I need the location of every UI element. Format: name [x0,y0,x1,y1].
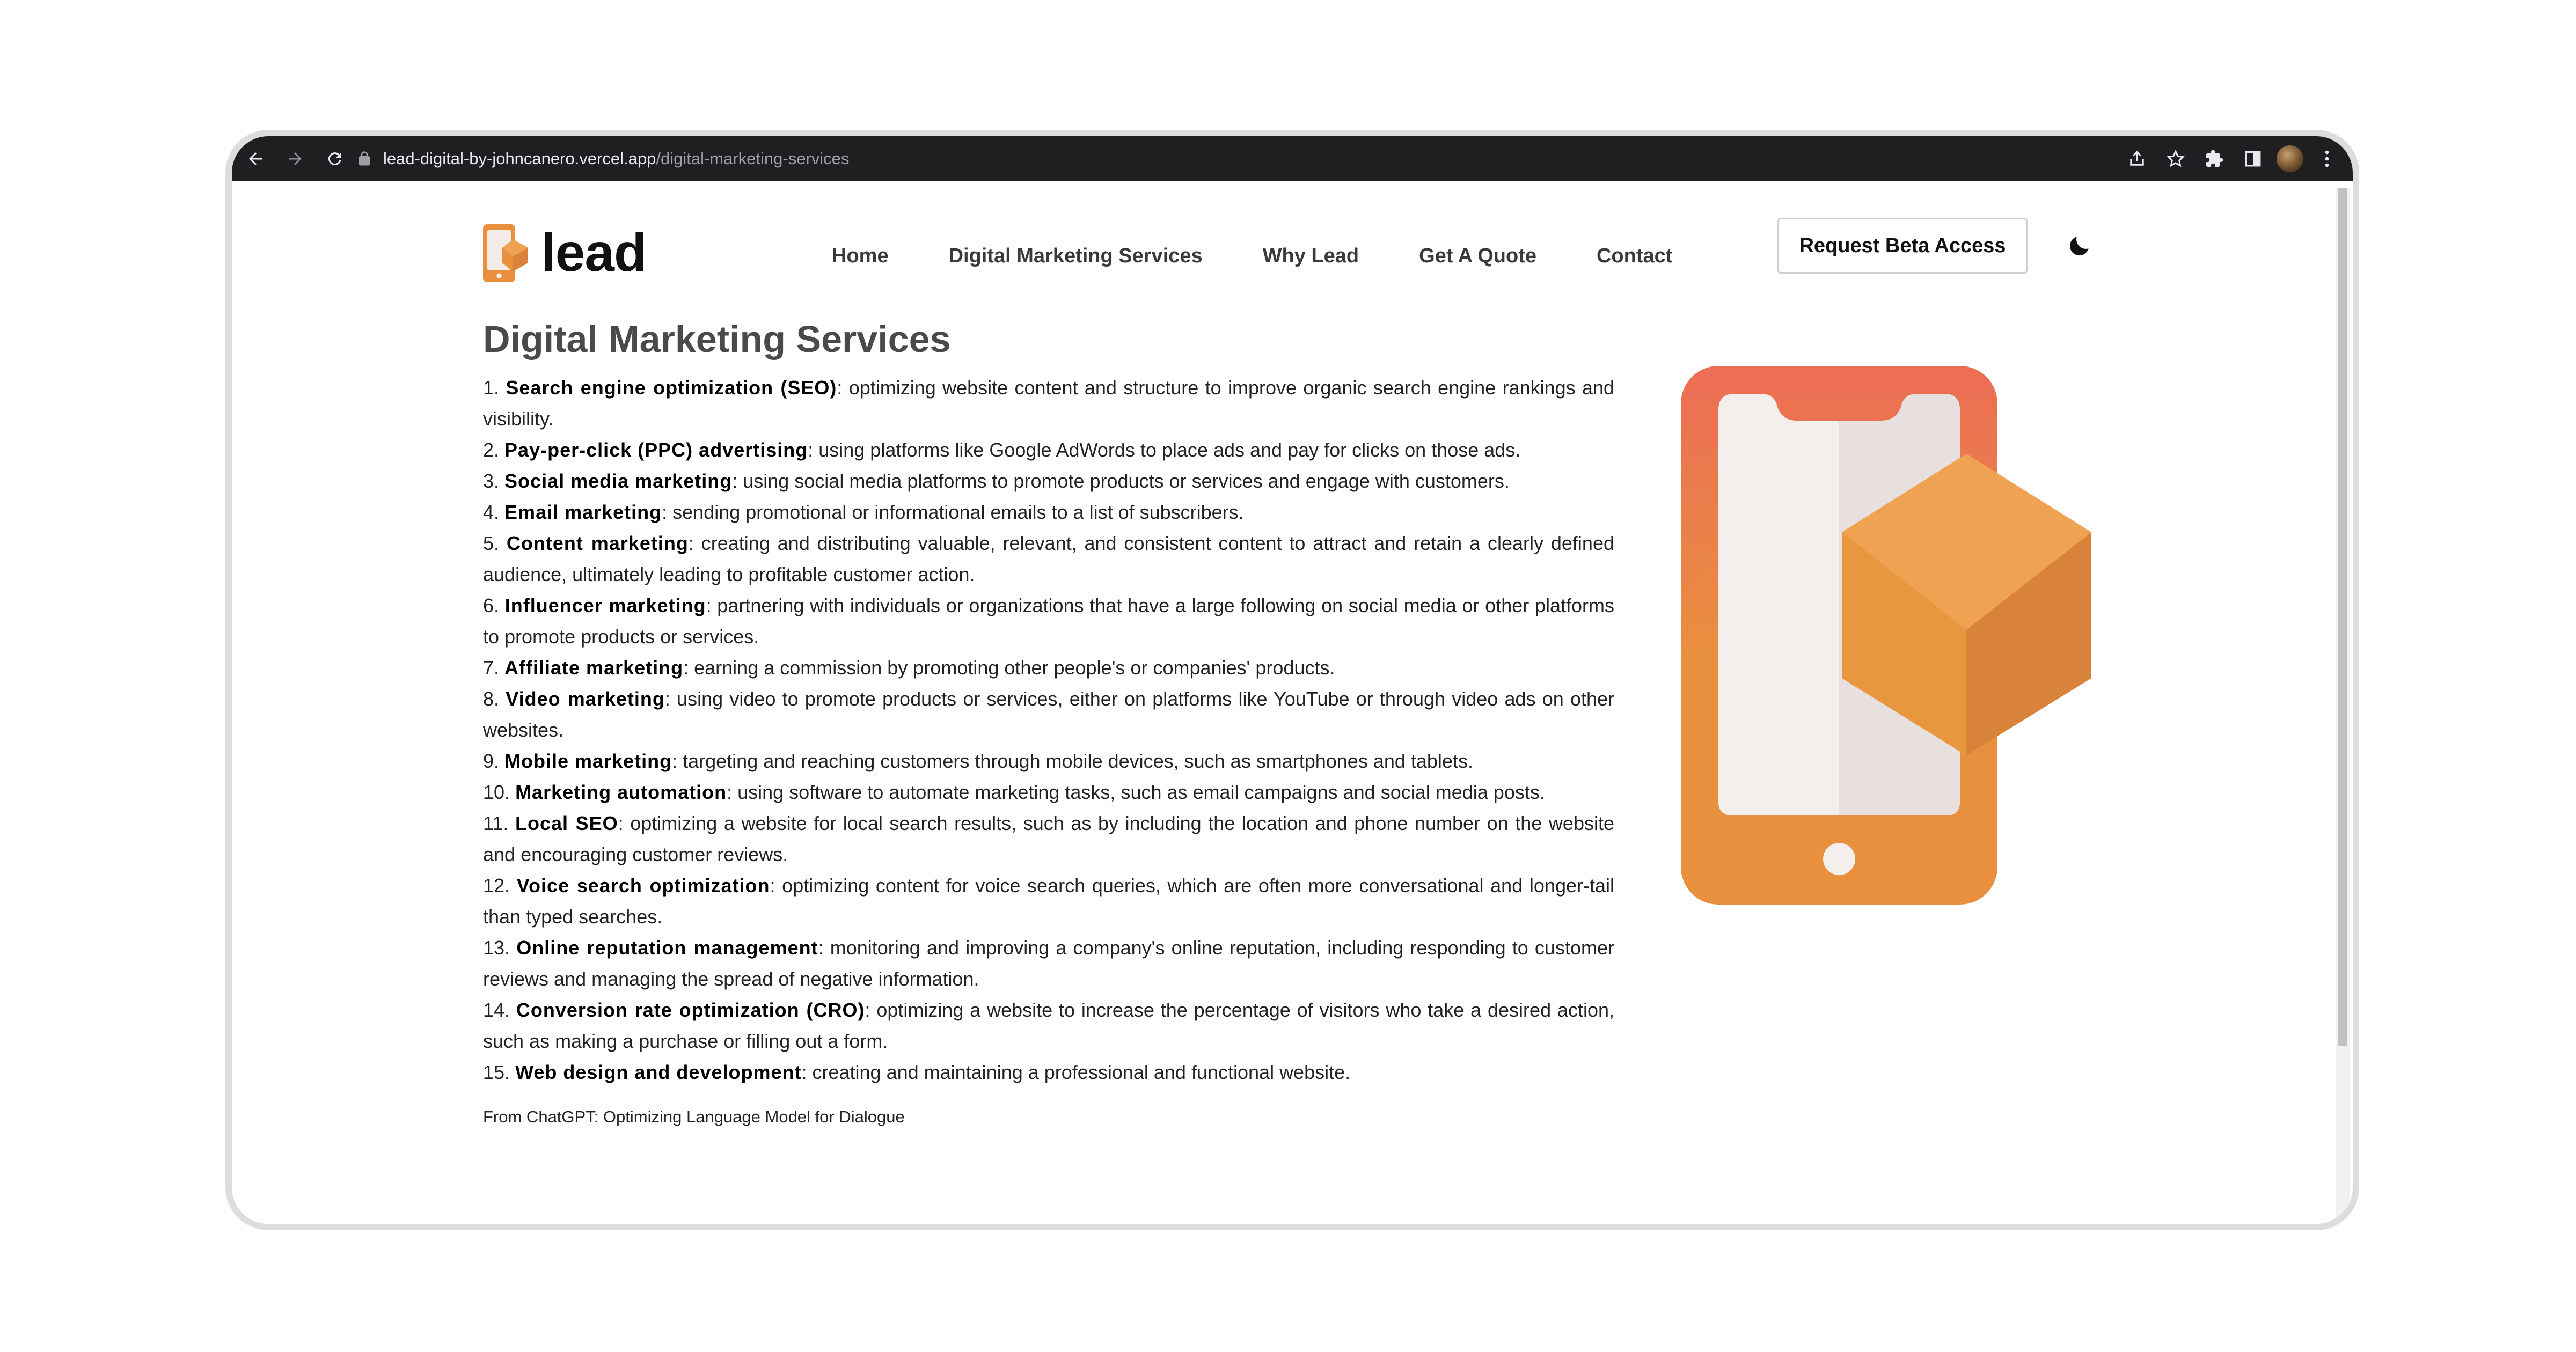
service-description: : using social media platforms to promot… [732,470,1510,492]
service-number: 12. [483,875,510,897]
scrollbar-thumb[interactable] [2338,188,2347,1046]
service-description: : creating and maintaining a professiona… [801,1061,1351,1083]
forward-icon[interactable] [279,143,311,175]
service-name: Online reputation management [516,937,818,959]
service-number: 9. [483,750,500,772]
service-number: 10. [483,781,510,803]
credit-note: From ChatGPT: Optimizing Language Model … [483,1107,905,1126]
service-number: 1. [483,377,500,399]
service-item: 3. Social media marketing: using social … [483,466,1614,497]
service-description: : using software to automate marketing t… [727,781,1545,803]
service-list: 1. Search engine optimization (SEO) : opt… [483,372,1614,1088]
service-number: 13. [483,937,510,959]
sidepanel-icon[interactable] [2238,144,2268,174]
service-description: : optimizing a website for local search … [483,812,1614,865]
service-item: 14. Conversion rate optimization (CRO): … [483,995,1614,1057]
service-description: : targeting and reaching customers throu… [672,750,1473,772]
service-number: 2. [483,439,500,461]
service-item: 4. Email marketing: sending promotional … [483,497,1614,528]
nav-digital-marketing-services[interactable]: Digital Marketing Services [949,245,1203,268]
phone-cube-illustration [1681,366,2091,905]
logo-text: lead [541,223,647,283]
service-number: 6. [483,594,500,616]
service-description: : earning a commission by promoting othe… [683,657,1335,679]
page-title: Digital Marketing Services [483,318,951,360]
browser-window: lead-digital-by-johncanero.vercel.app/di… [225,130,2359,1230]
site-logo[interactable]: lead [483,222,647,284]
service-item: 6. Influencer marketing: partnering with… [483,590,1614,652]
profile-avatar[interactable] [2277,145,2303,172]
service-name: Email marketing [504,501,662,523]
service-name: Content marketing [506,532,689,554]
service-number: 11. [483,812,509,834]
logo-icon [483,224,528,282]
service-name: Affiliate marketing [504,657,684,679]
nav-get-a-quote[interactable]: Get A Quote [1419,245,1536,268]
kebab-menu-icon[interactable] [2312,144,2342,174]
service-item: 2. Pay-per-click (PPC) advertising: usin… [483,435,1614,466]
service-name: Voice search optimization [516,875,770,897]
address-input[interactable]: lead-digital-by-johncanero.vercel.app/di… [356,142,2235,176]
share-icon[interactable] [2122,144,2152,174]
service-item: 15. Web design and development: creating… [483,1057,1614,1088]
service-number: 7. [483,657,500,679]
service-item: 9. Mobile marketing: targeting and reach… [483,746,1614,777]
request-beta-access-button[interactable]: Request Beta Access [1777,218,2028,274]
main-content: Digital Marketing Services 1. Search eng… [483,318,1614,1127]
service-name: Search engine optimization (SEO) [506,377,837,399]
service-name: Web design and development [515,1061,802,1083]
service-name: Local SEO [515,812,618,834]
service-number: 4. [483,501,500,523]
service-number: 15. [483,1061,510,1083]
site-header: lead Home Digital Marketing Services Why… [232,181,2353,299]
service-number: 5. [483,532,500,554]
browser-toolbar: lead-digital-by-johncanero.vercel.app/di… [232,136,2353,181]
service-name: Mobile marketing [504,750,672,772]
main-nav: Home Digital Marketing Services Why Lead… [832,245,1732,268]
service-name: Pay-per-click (PPC) advertising [504,439,808,461]
service-item: 8. Video marketing: using video to promo… [483,684,1614,746]
moon-icon[interactable] [2066,232,2093,259]
star-icon[interactable] [2161,144,2191,174]
back-icon[interactable] [239,143,272,175]
service-item: 7. Affiliate marketing: earning a commis… [483,652,1614,684]
service-item: 11. Local SEO: optimizing a website for … [483,808,1614,870]
reload-icon[interactable] [319,143,351,175]
service-name: Influencer marketing [504,594,706,616]
service-item: 12. Voice search optimization: optimizin… [483,870,1614,932]
url-host: lead-digital-by-johncanero.vercel.app [383,149,656,168]
service-item: 13. Online reputation management: monito… [483,932,1614,995]
service-item: 1. Search engine optimization (SEO): opt… [483,372,1614,435]
service-name: Marketing automation [515,781,727,803]
service-number: 8. [483,688,500,710]
service-name: Conversion rate optimization (CRO) [516,999,865,1021]
service-number: 14. [483,999,510,1021]
service-description: : sending promotional or informational e… [662,501,1244,523]
lock-icon [359,151,370,166]
nav-contact[interactable]: Contact [1597,245,1672,268]
service-item: 5. Content marketing: creating and distr… [483,528,1614,590]
scrollbar[interactable] [2336,188,2350,1218]
service-name: Social media marketing [504,470,733,492]
extensions-icon[interactable] [2199,144,2229,174]
service-item: 10. Marketing automation: using software… [483,777,1614,808]
nav-why-lead[interactable]: Why Lead [1263,245,1359,268]
url-path: /digital-marketing-services [656,149,850,168]
service-name: Video marketing [506,688,665,710]
service-number: 3. [483,470,500,492]
nav-home[interactable]: Home [832,245,889,268]
service-description: : using platforms like Google AdWords to… [808,439,1521,461]
